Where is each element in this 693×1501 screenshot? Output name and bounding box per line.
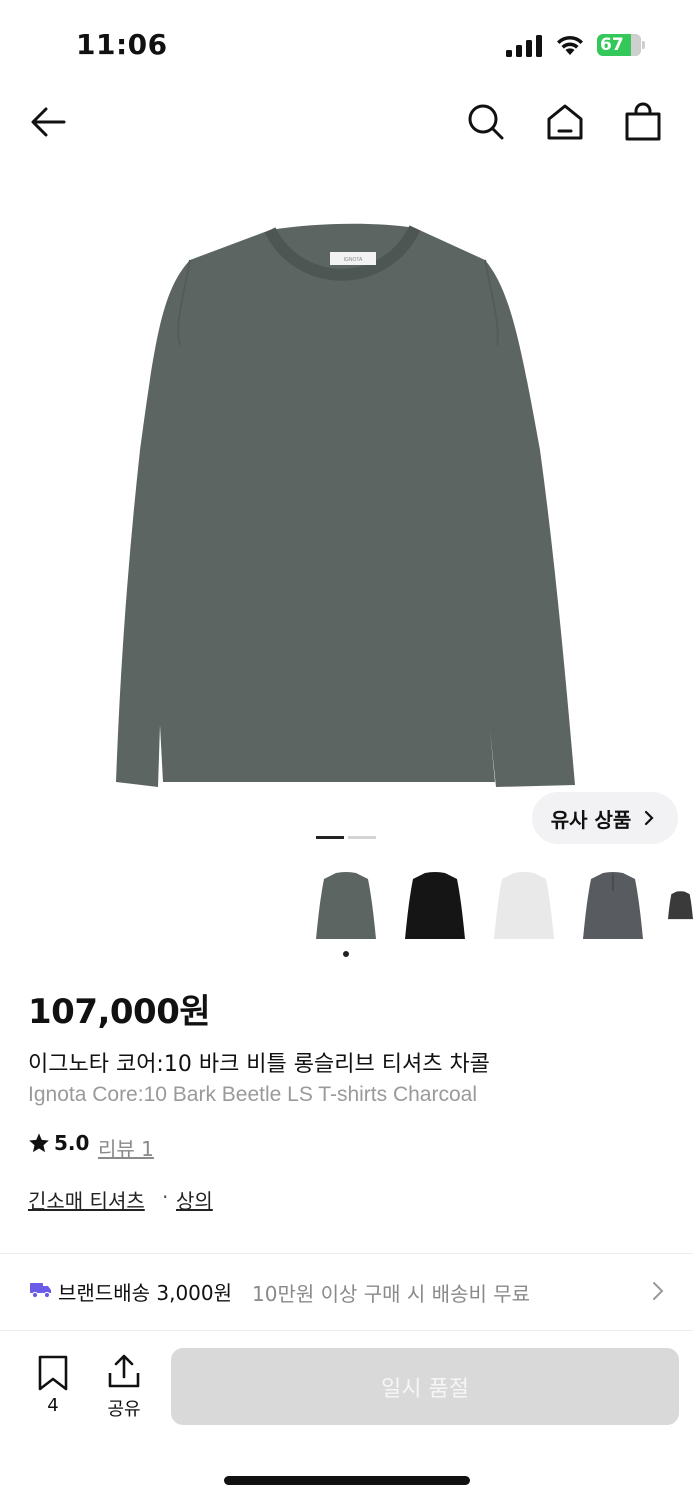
- color-thumbnail-black[interactable]: [401, 864, 469, 946]
- color-thumbnail-gray-henley[interactable]: [579, 864, 647, 946]
- product-name-korean: 이그노타 코어:10 바크 비틀 롱슬리브 티셔츠 차콜: [28, 1052, 490, 1077]
- star-icon: [29, 1133, 49, 1153]
- sold-out-button[interactable]: 일시 품절: [171, 1348, 679, 1425]
- color-thumbnail-charcoal[interactable]: [312, 864, 380, 946]
- review-link[interactable]: 리뷰 1: [98, 1133, 154, 1162]
- share-button[interactable]: 공유: [100, 1353, 148, 1425]
- bookmark-button[interactable]: 4: [30, 1355, 76, 1425]
- product-main-image[interactable]: IGNOTA: [0, 170, 693, 820]
- bookmark-count: 4: [47, 1395, 59, 1416]
- shirt-body: [116, 223, 575, 787]
- color-thumbnail-dark-gray[interactable]: [668, 864, 693, 946]
- category-separator: ·: [162, 1185, 169, 1209]
- svg-text:IGNOTA: IGNOTA: [344, 257, 363, 263]
- battery-icon: 67: [597, 34, 647, 58]
- selected-thumbnail-indicator: [343, 951, 349, 957]
- wifi-icon: [557, 35, 583, 55]
- rating-value: 5.0: [54, 1131, 90, 1155]
- color-thumbnail-white[interactable]: [490, 864, 558, 946]
- product-price: 107,000원: [28, 992, 211, 1032]
- cellular-signal-icon: [506, 35, 542, 57]
- status-time: 11:06: [76, 28, 168, 61]
- back-arrow-icon[interactable]: [28, 102, 68, 142]
- free-shipping-note: 10만원 이상 구매 시 배송비 무료: [252, 1282, 531, 1306]
- chevron-right-icon: [645, 810, 654, 826]
- divider: [0, 1253, 693, 1254]
- chevron-right-icon: [653, 1282, 664, 1300]
- shopping-bag-icon[interactable]: [623, 102, 663, 142]
- category-link-long-sleeve[interactable]: 긴소매 티셔츠: [28, 1185, 145, 1214]
- category-link-top[interactable]: 상의: [176, 1185, 213, 1214]
- share-label: 공유: [107, 1399, 141, 1420]
- home-indicator[interactable]: [224, 1476, 470, 1485]
- delivery-truck-icon: [30, 1283, 51, 1299]
- shipping-fee-label: 브랜드배송 3,000원: [58, 1281, 233, 1305]
- search-icon[interactable]: [466, 102, 506, 142]
- home-icon[interactable]: [545, 102, 585, 142]
- similar-products-button[interactable]: 유사 상품: [532, 792, 678, 844]
- battery-level: 67: [600, 35, 624, 55]
- similar-products-label: 유사 상품: [550, 807, 632, 832]
- image-pager-active: [316, 836, 344, 839]
- product-rating: 5.0: [28, 1131, 89, 1155]
- product-name-english: Ignota Core:10 Bark Beetle LS T-shirts C…: [28, 1083, 478, 1106]
- image-pager-inactive: [348, 836, 376, 839]
- share-icon: [108, 1354, 140, 1388]
- bookmark-icon: [38, 1355, 68, 1391]
